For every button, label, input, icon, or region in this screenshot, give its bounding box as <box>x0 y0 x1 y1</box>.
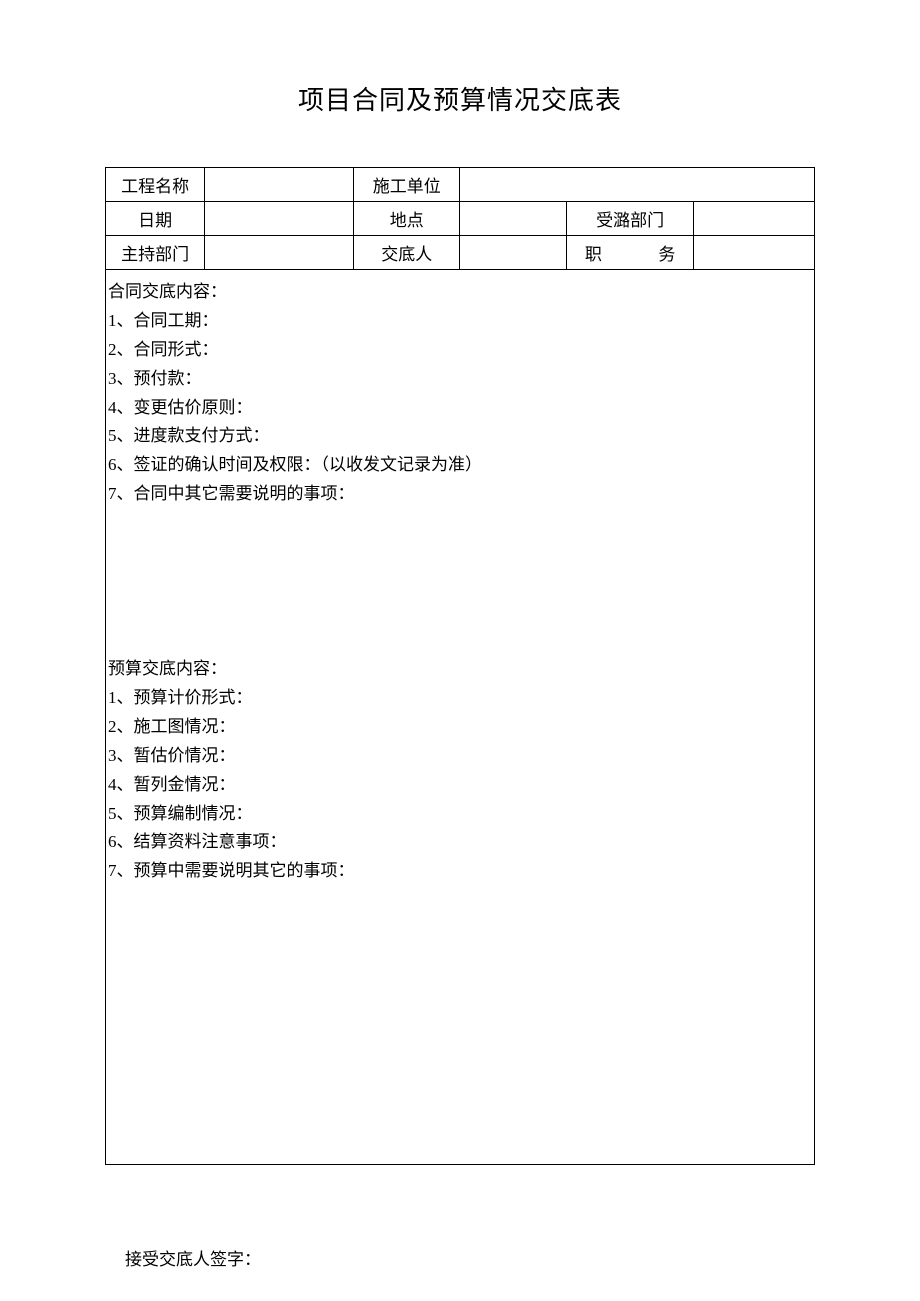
bottom-gap <box>106 894 814 1164</box>
budget-section-heading: 预算交底内容： <box>108 655 812 684</box>
recv-dept-label: 受潞部门 <box>566 202 694 236</box>
disclosure-form-table: 工程名称 施工单位 日期 地点 受潞部门 主持部门 交底人 职务 合同交底内容：… <box>105 167 815 1165</box>
construction-unit-value <box>460 168 815 202</box>
contract-item-3: 3、预付款： <box>108 365 812 394</box>
contract-item-2: 2、合同形式： <box>108 336 812 365</box>
signature-label: 接受交底人签字： <box>105 1245 815 1270</box>
project-name-label: 工程名称 <box>106 168 205 202</box>
host-dept-label: 主持部门 <box>106 236 205 270</box>
budget-item-1: 1、预算计价形式： <box>108 684 812 713</box>
contract-item-4: 4、变更估价原则： <box>108 394 812 423</box>
host-dept-value <box>205 236 354 270</box>
budget-item-3: 3、暂估价情况： <box>108 742 812 771</box>
header-row-3: 主持部门 交底人 职务 <box>106 236 815 270</box>
date-label: 日期 <box>106 202 205 236</box>
budget-item-6: 6、结算资料注意事项： <box>108 828 812 857</box>
position-label: 职务 <box>566 236 694 270</box>
project-name-value <box>205 168 354 202</box>
contract-item-5: 5、进度款支付方式： <box>108 422 812 451</box>
contract-item-7: 7、合同中其它需要说明的事项： <box>108 480 812 509</box>
recv-dept-value <box>694 202 815 236</box>
date-value <box>205 202 354 236</box>
header-row-1: 工程名称 施工单位 <box>106 168 815 202</box>
contract-item-1: 1、合同工期： <box>108 307 812 336</box>
header-row-2: 日期 地点 受潞部门 <box>106 202 815 236</box>
contract-section: 合同交底内容： 1、合同工期： 2、合同形式： 3、预付款： 4、变更估价原则：… <box>106 270 814 517</box>
construction-unit-label: 施工单位 <box>354 168 460 202</box>
budget-item-5: 5、预算编制情况： <box>108 800 812 829</box>
position-value <box>694 236 815 270</box>
budget-item-2: 2、施工图情况： <box>108 713 812 742</box>
contract-item-6: 6、签证的确认时间及权限：（以收发文记录为准） <box>108 451 812 480</box>
budget-item-4: 4、暂列金情况： <box>108 771 812 800</box>
budget-item-7: 7、预算中需要说明其它的事项： <box>108 857 812 886</box>
location-value <box>460 202 566 236</box>
contract-section-heading: 合同交底内容： <box>108 278 812 307</box>
content-row: 合同交底内容： 1、合同工期： 2、合同形式： 3、预付款： 4、变更估价原则：… <box>106 270 815 1165</box>
section-gap <box>106 517 814 647</box>
discloser-value <box>460 236 566 270</box>
budget-section: 预算交底内容： 1、预算计价形式： 2、施工图情况： 3、暂估价情况： 4、暂列… <box>106 647 814 894</box>
discloser-label: 交底人 <box>354 236 460 270</box>
location-label: 地点 <box>354 202 460 236</box>
page-title: 项目合同及预算情况交底表 <box>105 80 815 117</box>
